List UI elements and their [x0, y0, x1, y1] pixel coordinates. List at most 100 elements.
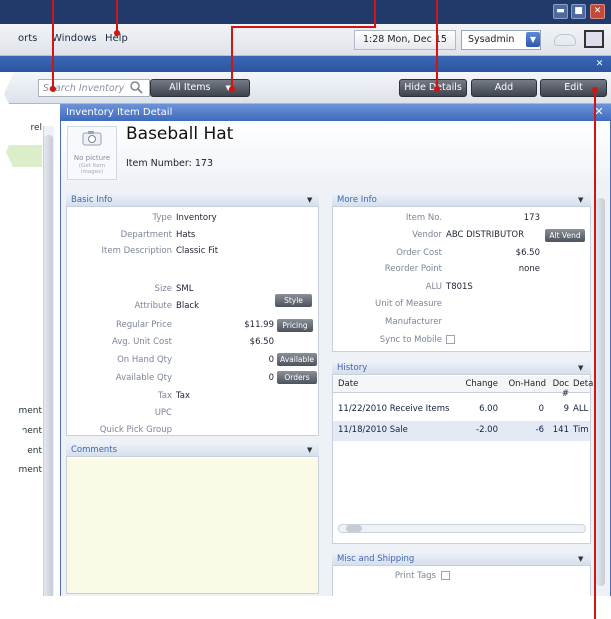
comments-title: Comments: [71, 445, 118, 455]
field-value: Black: [176, 301, 199, 311]
field-value: 0: [268, 373, 274, 383]
history-title: History: [337, 363, 368, 373]
history-hscroll-thumb[interactable]: [346, 525, 362, 532]
history-hscrollbar[interactable]: [338, 524, 586, 533]
field-label: Department: [120, 230, 172, 240]
sync-mobile-checkbox[interactable]: [446, 335, 455, 344]
hide-details-button[interactable]: Hide Details: [399, 79, 467, 97]
callout-line: [594, 90, 596, 619]
comments-textarea[interactable]: [67, 458, 318, 593]
column-header[interactable]: On-Hand: [500, 379, 546, 389]
collapse-icon[interactable]: ▼: [307, 446, 312, 454]
field-label: Attribute: [134, 301, 172, 311]
callout-dot: [434, 86, 440, 92]
pricing-button[interactable]: Pricing: [277, 319, 313, 332]
menu-windows[interactable]: Windows: [52, 33, 97, 44]
field-label: Size: [154, 284, 172, 294]
callout-line: [231, 26, 376, 28]
menu-reports[interactable]: orts: [18, 33, 37, 44]
history-cell: -6: [535, 425, 544, 435]
field-value: $6.50: [515, 248, 540, 258]
column-header[interactable]: Date: [338, 379, 358, 389]
callout-line: [374, 0, 376, 27]
minimize-icon[interactable]: ▬: [553, 4, 568, 19]
field-value: 173: [523, 213, 540, 223]
maximize-icon[interactable]: ■: [571, 4, 586, 19]
history-header[interactable]: History: [332, 362, 591, 375]
item-name: Baseball Hat: [126, 124, 234, 144]
column-header[interactable]: Change: [458, 379, 498, 389]
more-info-title: More Info: [337, 195, 377, 205]
collapse-icon[interactable]: ▼: [578, 364, 583, 372]
basic-info-header[interactable]: Basic Info: [66, 194, 319, 207]
history-cell: 141: [552, 425, 569, 435]
column-header[interactable]: Doc #: [546, 379, 569, 399]
misc-header[interactable]: Misc and Shipping: [332, 553, 591, 566]
chevron-down-icon[interactable]: ▼: [526, 32, 540, 47]
subbar: [0, 56, 611, 72]
callout-line: [116, 0, 118, 33]
misc-title: Misc and Shipping: [337, 554, 415, 564]
field-label: Item Description: [101, 246, 172, 256]
callout-dot: [114, 30, 120, 36]
callout-line: [52, 0, 54, 89]
field-value: Inventory: [176, 213, 217, 223]
field-label: Item No.: [405, 213, 442, 223]
history-cell: -2.00: [476, 425, 498, 435]
no-picture-label: No picture: [73, 154, 111, 162]
basic-info-title: Basic Info: [71, 195, 113, 205]
search-icon[interactable]: [129, 80, 143, 94]
field-value: $11.99: [244, 320, 274, 330]
list-scroll-thumb[interactable]: [44, 135, 53, 605]
callout-line: [231, 26, 233, 89]
clock: 1:28 Mon, Dec 15: [354, 30, 456, 50]
camera-icon: [82, 131, 102, 146]
dialog-scroll-thumb[interactable]: [596, 198, 605, 586]
field-label: UPC: [154, 408, 172, 418]
print-tags-checkbox[interactable]: [441, 571, 450, 580]
history-cell: Tim: [573, 425, 589, 435]
field-label: Print Tags: [394, 571, 436, 581]
history-cell: 11/22/2010 Receive Items: [338, 404, 450, 414]
add-button[interactable]: Add: [471, 79, 537, 97]
available-button[interactable]: Available: [277, 353, 317, 366]
comments-header[interactable]: Comments: [66, 444, 319, 457]
collapse-icon[interactable]: ▼: [578, 555, 583, 563]
field-label: Order Cost: [396, 248, 442, 258]
field-label: Manufacturer: [385, 317, 442, 327]
field-label: Available Qty: [115, 373, 172, 383]
window-titlebar: [0, 0, 611, 24]
field-value: Tax: [176, 391, 191, 401]
callout-line: [436, 0, 438, 89]
field-label: Quick Pick Group: [99, 425, 172, 435]
history-cell: 11/18/2010 Sale: [338, 425, 408, 435]
field-value: Classic Fit: [176, 246, 219, 256]
alt-vendor-button[interactable]: Alt Vend: [545, 229, 585, 242]
history-cell: 9: [563, 404, 569, 414]
close-icon[interactable]: ✕: [593, 58, 606, 70]
field-value: T801S: [446, 282, 473, 292]
field-value: ABC DISTRIBUTOR: [446, 230, 525, 240]
monitor-icon[interactable]: [584, 30, 604, 48]
callout-dot: [592, 87, 598, 93]
style-button[interactable]: Style: [275, 294, 312, 307]
field-label: On Hand Qty: [117, 355, 172, 365]
field-label: Sync to Mobile: [379, 335, 442, 345]
field-value: none: [518, 264, 540, 274]
more-info-header[interactable]: More Info: [332, 194, 591, 207]
column-header[interactable]: Deta: [573, 379, 593, 389]
get-images-link[interactable]: (Get Item Images): [67, 163, 117, 175]
orders-button[interactable]: Orders: [277, 371, 317, 384]
cloud-icon[interactable]: [554, 34, 576, 46]
close-icon[interactable]: ✕: [590, 4, 605, 19]
collapse-icon[interactable]: ▼: [307, 196, 312, 204]
collapse-icon[interactable]: ▼: [578, 196, 583, 204]
field-value: 0: [268, 355, 274, 365]
field-value: Hats: [176, 230, 196, 240]
field-label: Reorder Point: [384, 264, 442, 274]
all-items-dropdown[interactable]: All Items ▼: [150, 79, 250, 97]
field-label: Type: [152, 213, 172, 223]
history-cell: 6.00: [479, 404, 498, 414]
dialog-title: Inventory Item Detail: [60, 104, 611, 121]
field-label: Avg. Unit Cost: [111, 337, 172, 347]
